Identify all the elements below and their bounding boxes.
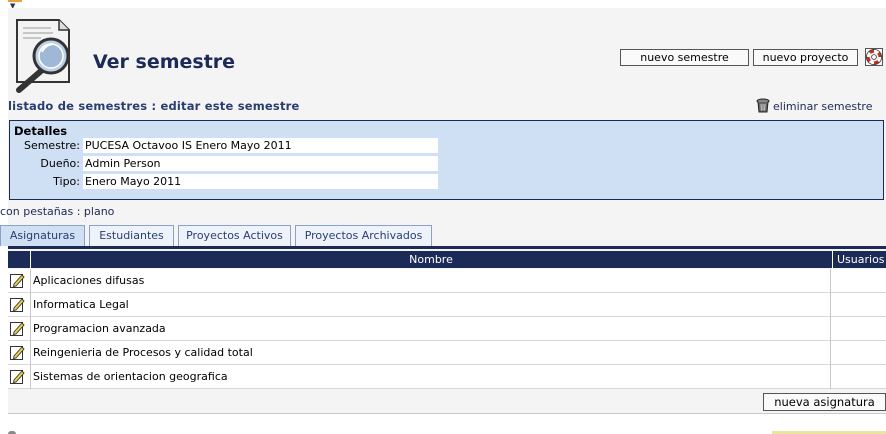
tab-underline [8, 246, 886, 249]
table-header: Nombre Usuarios [8, 251, 886, 268]
detail-value: Admin Person [83, 156, 438, 171]
column-separator [30, 293, 31, 317]
subject-name[interactable]: Informatica Legal [33, 293, 129, 317]
lifebuoy-help-icon[interactable] [865, 48, 883, 66]
detail-value: PUCESA Octavoo IS Enero Mayo 2011 [83, 138, 438, 153]
column-separator [830, 365, 831, 389]
table-row: Informatica Legal [8, 293, 886, 317]
tab-proyectos-activos[interactable]: Proyectos Activos [178, 225, 291, 246]
detail-label: Semestre: [23, 139, 80, 152]
table-row: Sistemas de orientacion geografica [8, 365, 886, 389]
main-panel: Ver semestre nuevo semestre nuevo proyec… [0, 8, 886, 414]
tab-asignaturas[interactable]: Asignaturas [0, 225, 85, 246]
column-separator [830, 293, 831, 317]
magnifier-logo-icon [16, 19, 70, 93]
column-separator [30, 269, 31, 293]
column-separator [30, 317, 31, 341]
new-subject-button[interactable]: nueva asignatura [763, 393, 886, 411]
subject-name[interactable]: Aplicaciones difusas [33, 269, 144, 293]
top-strip: ▼ [0, 0, 886, 10]
new-project-button[interactable]: nuevo proyecto [753, 49, 858, 66]
edit-pencil-icon[interactable] [10, 273, 25, 288]
column-separator [830, 317, 831, 341]
column-header-edit [8, 251, 31, 268]
column-header-users[interactable]: Usuarios [832, 251, 886, 268]
delete-semester-link[interactable]: eliminar semestre [773, 100, 872, 113]
page-title: Ver semestre [93, 51, 236, 73]
detail-label: Tipo: [53, 175, 80, 188]
edit-pencil-icon[interactable] [10, 369, 25, 384]
breadcrumb[interactable]: listado de semestres : editar este semes… [8, 99, 300, 113]
edit-pencil-icon[interactable] [10, 345, 25, 360]
subject-name[interactable]: Reingenieria de Procesos y calidad total [33, 341, 253, 365]
column-separator [830, 341, 831, 365]
edit-pencil-icon[interactable] [10, 321, 25, 336]
details-panel: Detalles Semestre: PUCESA Octavoo IS Ene… [9, 120, 884, 200]
tab-estudiantes[interactable]: Estudiantes [89, 225, 174, 246]
detail-label: Dueño: [40, 157, 80, 170]
bottom-divider [8, 413, 886, 414]
column-separator [30, 341, 31, 365]
details-title: Detalles [14, 124, 68, 138]
column-separator [830, 269, 831, 293]
table-row: Programacion avanzada [8, 317, 886, 341]
column-separator [30, 365, 31, 389]
table-row: Aplicaciones difusas [8, 269, 886, 293]
edit-pencil-icon[interactable] [10, 297, 25, 312]
tabs-mode-label[interactable]: con pestañas : plano [0, 205, 114, 218]
table-row: Reingenieria de Procesos y calidad total [8, 341, 886, 365]
subject-name[interactable]: Programacion avanzada [33, 317, 166, 341]
detail-value: Enero Mayo 2011 [83, 174, 438, 189]
trash-can-icon[interactable] [756, 98, 770, 113]
new-semester-button[interactable]: nuevo semestre [620, 49, 749, 66]
subject-name[interactable]: Sistemas de orientacion geografica [33, 365, 228, 389]
tab-proyectos-archivados[interactable]: Proyectos Archivados [295, 225, 432, 246]
column-header-name[interactable]: Nombre [31, 251, 831, 268]
